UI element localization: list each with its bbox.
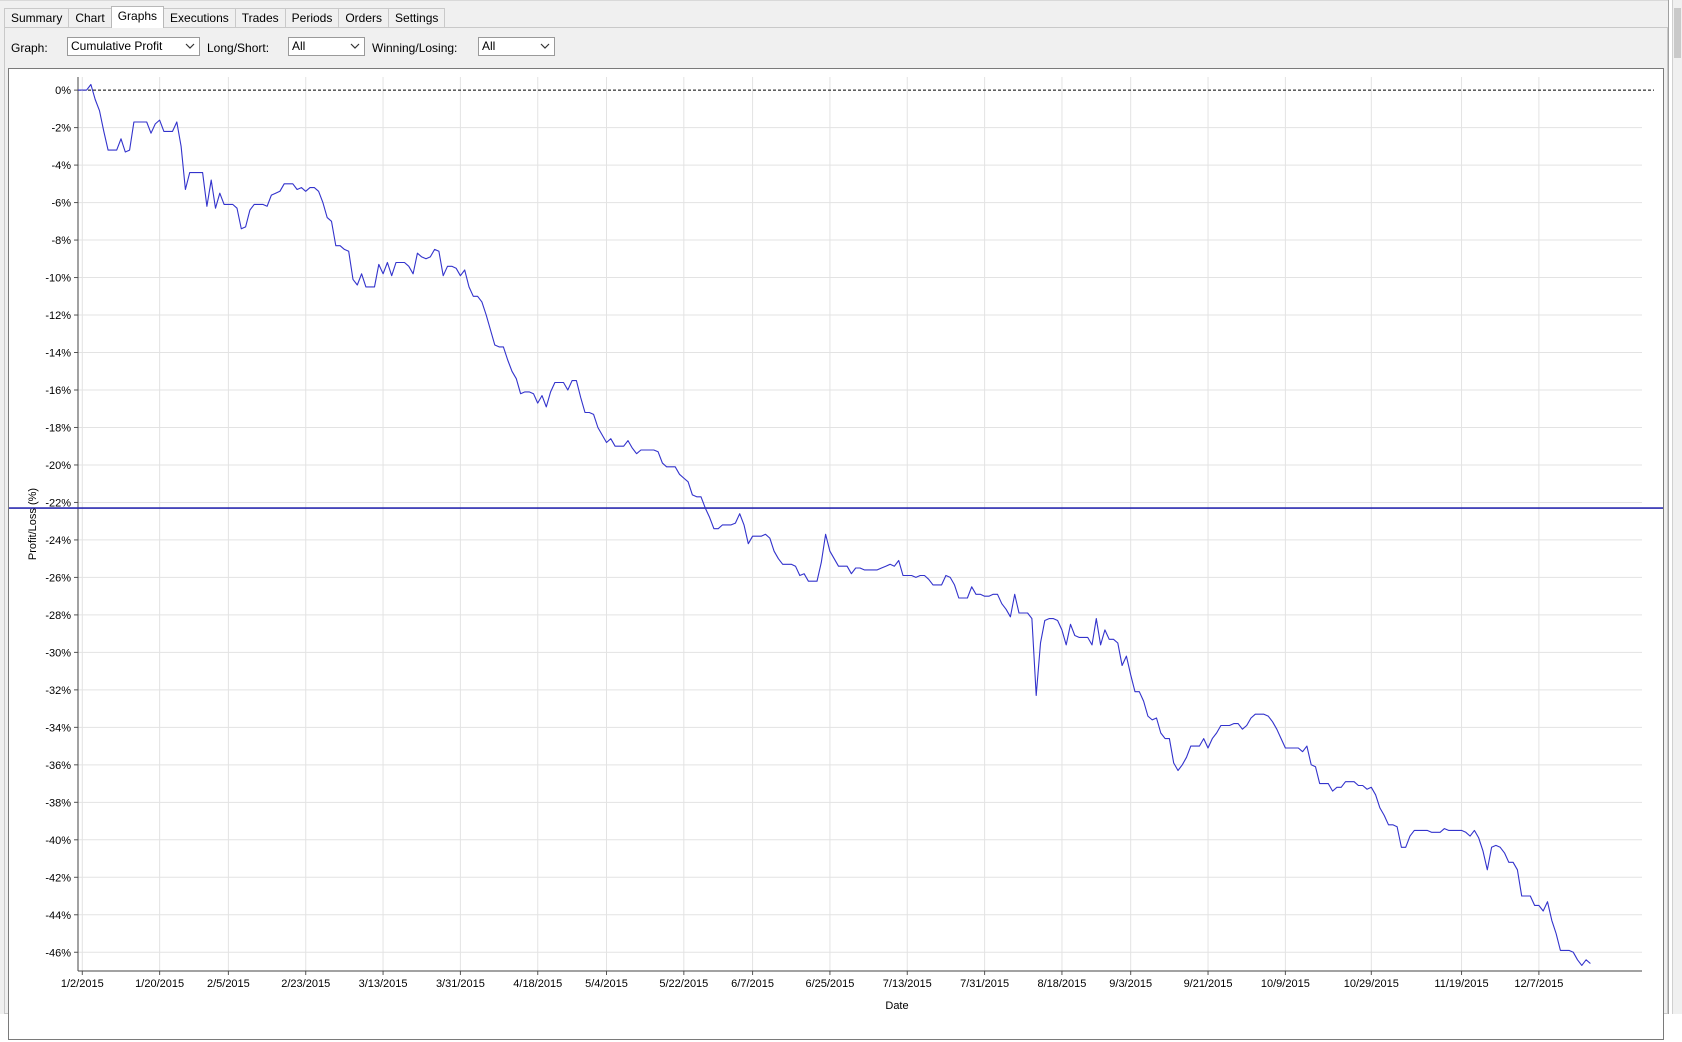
x-tick-label: 8/18/2015 <box>1037 978 1086 990</box>
chevron-down-icon <box>540 43 550 49</box>
tab-trades[interactable]: Trades <box>234 8 286 28</box>
x-tick-label: 12/7/2015 <box>1514 978 1563 990</box>
x-tick-label: 9/21/2015 <box>1184 978 1233 990</box>
filter-bar: Graph: Cumulative Profit Long/Short: All… <box>5 28 1667 66</box>
x-tick-label: 5/4/2015 <box>585 978 628 990</box>
graph-type-value: Cumulative Profit <box>71 39 163 53</box>
tab-summary[interactable]: Summary <box>4 8 70 28</box>
y-tick-label: -30% <box>45 647 71 659</box>
y-tick-label: -12% <box>45 310 71 322</box>
y-tick-label: -24% <box>45 535 71 547</box>
vertical-scrollbar[interactable] <box>1672 0 1682 1014</box>
tab-graphs[interactable]: Graphs <box>110 6 165 28</box>
x-tick-label: 6/7/2015 <box>731 978 774 990</box>
tab-strip: Summary Chart Graphs Executions Trades Period… <box>4 6 446 28</box>
tab-orders[interactable]: Orders <box>338 8 390 28</box>
y-tick-label: -38% <box>45 797 71 809</box>
chevron-down-icon <box>185 43 195 49</box>
x-tick-label: 7/13/2015 <box>883 978 932 990</box>
y-tick-label: -46% <box>45 947 71 959</box>
x-tick-label: 5/22/2015 <box>659 978 708 990</box>
y-tick-label: -6% <box>51 198 71 210</box>
graphs-tab-page: Graph: Cumulative Profit Long/Short: All… <box>4 27 1668 1040</box>
tab-periods[interactable]: Periods <box>284 8 340 28</box>
winning-losing-label: Winning/Losing: <box>372 41 458 55</box>
grid <box>74 77 1642 975</box>
y-tick-label: -4% <box>51 160 71 172</box>
x-tick-label: 7/31/2015 <box>960 978 1009 990</box>
y-tick-label: -36% <box>45 760 71 772</box>
chart-panel: 0% -2% -4% -6% -8% -10% -12% -14% -16% -18% -20% -2… <box>8 68 1664 1040</box>
cumulative-profit-chart[interactable]: 0% -2% -4% -6% -8% -10% -12% -14% -16% -18% -20% -2… <box>9 69 1663 1039</box>
x-tick-label: 9/3/2015 <box>1109 978 1152 990</box>
x-tick-label: 1/2/2015 <box>61 978 104 990</box>
y-tick-label: -44% <box>45 910 71 922</box>
long-short-label: Long/Short: <box>207 41 270 55</box>
y-tick-label: -42% <box>45 872 71 884</box>
x-tick-label: 2/5/2015 <box>207 978 250 990</box>
y-tick-label: -18% <box>45 422 71 434</box>
y-tick-label: -32% <box>45 685 71 697</box>
y-tick-label: -28% <box>45 610 71 622</box>
y-tick-label: -16% <box>45 385 71 397</box>
app-window: Summary Chart Graphs Executions Trades Period… <box>0 0 1669 1040</box>
graph-type-select[interactable]: Cumulative Profit <box>67 37 200 56</box>
window-top-edge <box>0 0 1668 5</box>
x-axis-title: Date <box>885 1000 908 1012</box>
long-short-value: All <box>292 39 306 53</box>
x-tick-label: 3/31/2015 <box>436 978 485 990</box>
y-tick-label: -34% <box>45 722 71 734</box>
tab-executions[interactable]: Executions <box>163 8 236 28</box>
y-tick-label: 0% <box>55 85 71 97</box>
x-tick-label: 2/23/2015 <box>281 978 330 990</box>
winning-losing-value: All <box>482 39 496 53</box>
winning-losing-select[interactable]: All <box>478 37 555 56</box>
y-tick-label: -2% <box>51 123 71 135</box>
x-tick-label: 10/29/2015 <box>1344 978 1399 990</box>
y-tick-label: -10% <box>45 273 71 285</box>
graph-label: Graph: <box>11 41 48 55</box>
x-tick-label: 10/9/2015 <box>1261 978 1310 990</box>
y-tick-label: -40% <box>45 835 71 847</box>
x-tick-label: 3/13/2015 <box>359 978 408 990</box>
x-tick-label: 4/18/2015 <box>513 978 562 990</box>
long-short-select[interactable]: All <box>288 37 365 56</box>
y-tick-label: -26% <box>45 572 71 584</box>
x-tick-label: 1/20/2015 <box>135 978 184 990</box>
cumulative-profit-series-line <box>78 83 1591 966</box>
tab-chart[interactable]: Chart <box>68 8 112 28</box>
tab-settings[interactable]: Settings <box>388 8 446 28</box>
x-tick-label: 6/25/2015 <box>805 978 854 990</box>
y-tick-label: -8% <box>51 235 71 247</box>
x-tick-label: 11/19/2015 <box>1434 978 1488 990</box>
scrollbar-thumb[interactable] <box>1674 8 1681 58</box>
y-tick-label: -14% <box>45 348 71 360</box>
y-axis-title: Profit/Loss (%) <box>27 488 39 560</box>
y-tick-label: -20% <box>45 460 71 472</box>
chevron-down-icon <box>350 43 360 49</box>
